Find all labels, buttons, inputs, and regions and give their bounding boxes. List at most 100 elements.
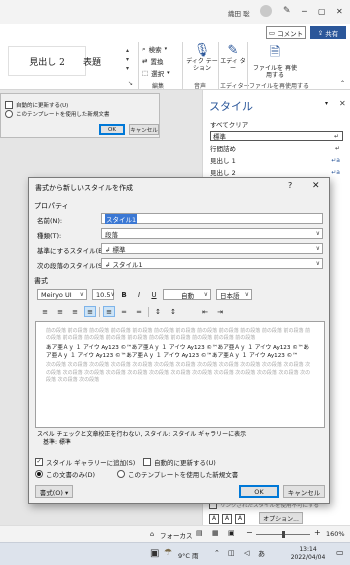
styles-launcher-icon[interactable]: ↘ [128,80,133,87]
select-button[interactable]: ⬚ 選択 ▾ [142,68,170,78]
font-size-select[interactable]: 10.5 ∨ [92,289,115,300]
close-pane-icon[interactable]: ✕ [339,99,346,108]
bold-button[interactable]: B [118,289,130,300]
focus-label[interactable]: フォーカス [160,530,193,540]
align-center-icon[interactable]: ≡ [54,306,66,317]
bg-auto-update-option[interactable]: 自動的に更新する(U) [5,101,68,109]
ok-button[interactable]: OK [239,485,279,498]
dialog-title: 書式から新しいスタイルを作成 [35,184,133,192]
style-inspector-icon[interactable]: A [222,514,232,524]
pen-icon[interactable]: ✎ [283,6,291,16]
pane-menu-icon[interactable]: ▾ [325,100,328,107]
zoom-slider-thumb[interactable] [282,531,285,538]
reuse-group-label: ファイルを再使用する [249,83,310,90]
edit-group-label: 編集 [152,83,165,90]
style-description: スペル チェックと文章校正を行わない, スタイル: スタイル ギャラリーに表示 … [37,431,247,446]
print-layout-icon[interactable]: ▦ [212,529,219,537]
share-button[interactable]: ⇪ 共有 [310,26,346,39]
preview-previous-paragraph: 前の段落 前の段落 前の段落 前の段落 前の段落 前の段落 前の段落 前の段落 … [46,328,311,342]
format-menu-button[interactable]: 書式(O) ▾ [35,485,73,498]
web-layout-icon[interactable]: ▣ [228,529,235,537]
zoom-out-icon[interactable]: − [246,528,253,537]
status-bar: ⌂ フォーカス ▤ ▦ ▣ − + 160% [0,525,350,542]
bg-ok-button[interactable]: OK [99,124,125,135]
preview-next-paragraph: 次の段落 次の段落 次の段落 次の段落 次の段落 次の段落 次の段落 次の段落 … [46,362,311,383]
volume-icon[interactable]: ◁ [244,549,249,557]
chevron-down-icon: ∨ [315,230,320,237]
select-icon: ⬚ [142,69,149,77]
close-icon[interactable]: ✕ [336,7,343,16]
zoom-level[interactable]: 160% [326,530,345,538]
collapse-ribbon-icon[interactable]: ⌃ [340,80,345,87]
chevron-down-icon: ∨ [315,260,320,267]
dialog-close-icon[interactable]: ✕ [312,181,320,191]
justify-icon[interactable]: ≡ [84,306,96,317]
line-spacing-single-icon[interactable]: ═ [118,306,130,317]
manage-styles-icon[interactable]: A [235,514,245,524]
style-item-heading2[interactable]: 見出し 2 ↵a [210,167,343,178]
new-style-icon[interactable]: A [209,514,219,524]
editor-button[interactable]: ✎ エディ ター [220,43,246,72]
space-before-icon[interactable]: ↕ [152,306,164,317]
background-dialog: 自動的に更新する(U) このテンプレートを使用した新規文書 OK キャンセル [0,93,160,138]
gallery-scroll[interactable]: ▴ ▾ ▾ [126,46,129,73]
new-template-radio[interactable]: このテンプレートを使用した新規文書 [117,469,238,479]
format-section-title: 書式 [34,277,48,285]
font-select[interactable]: Meiryo UI ∨ [37,289,87,300]
ime-icon[interactable]: あ [258,549,265,559]
user-name: 織田 聡 [228,10,250,18]
minimize-icon[interactable]: ─ [302,7,307,16]
zoom-in-icon[interactable]: + [314,528,321,537]
bg-cancel-button[interactable]: キャンセル [129,124,159,135]
font-color-select[interactable]: 自動 ∨ [163,289,211,300]
style-item-no-spacing[interactable]: 行間詰め ↵ [210,143,343,154]
options-button[interactable]: オプション... [259,512,303,524]
distribute-icon[interactable]: ≡ [103,306,115,317]
language-select[interactable]: 日本語 ∨ [216,289,252,300]
weather-icon[interactable]: ☂ [164,548,172,558]
italic-button[interactable]: I [133,289,145,300]
help-button[interactable]: ? [288,181,292,190]
network-icon[interactable]: ◫ [228,549,235,557]
properties-section-title: プロパティ [34,202,69,210]
dictation-button[interactable]: 🎙 ディク テーション [186,43,218,72]
line-spacing-double-icon[interactable]: ═ [133,306,145,317]
only-this-document-radio[interactable]: この文書のみ(D) [35,469,95,479]
auto-update-checkbox[interactable]: 自動的に更新する(U) [143,457,216,467]
word-taskbar-icon[interactable]: ▣ [150,548,159,559]
style-preview: 前の段落 前の段落 前の段落 前の段落 前の段落 前の段落 前の段落 前の段落 … [35,321,325,428]
share-icon: ⇪ [317,28,324,37]
read-mode-icon[interactable]: ▤ [196,529,203,537]
maximize-icon[interactable]: ▢ [318,7,326,16]
avatar[interactable] [260,5,272,17]
preview-sample-text: あア亜Ａｙ １ アイウ Ay123 ©™あア亜Ａｙ １ アイウ Ay123 ©™… [46,345,309,360]
focus-icon[interactable]: ⌂ [150,530,154,538]
align-left-icon[interactable]: ≡ [39,306,51,317]
add-to-gallery-checkbox[interactable]: ✓ スタイル ギャラリーに追加(S) [35,457,135,467]
bg-template-option[interactable]: このテンプレートを使用した新規文書 [5,110,109,118]
style-gallery-title[interactable]: 表題 [58,46,126,76]
align-right-icon[interactable]: ≡ [69,306,81,317]
comment-button[interactable]: ▭ コメント [266,26,306,39]
base-style-label: 基準にするスタイル(B): [37,247,108,255]
tray-chevron-icon[interactable]: ⌃ [214,549,220,557]
space-after-icon[interactable]: ↕ [167,306,179,317]
reuse-file-button[interactable]: 🗎 ファイルを 再使用する [252,43,298,79]
increase-indent-icon[interactable]: ⇥ [214,306,226,317]
style-item-heading1[interactable]: 見出し 1 ↵a [210,155,343,166]
cancel-button[interactable]: キャンセル [283,485,325,498]
weather-label[interactable]: 9°C 雨 [178,550,199,560]
decrease-indent-icon[interactable]: ⇤ [199,306,211,317]
name-input[interactable]: スタイル1 [101,213,323,224]
next-style-label: 次の段落のスタイル(S): [37,262,107,270]
underline-button[interactable]: U [148,289,160,300]
notification-icon[interactable]: ▭ [336,548,344,557]
replace-button[interactable]: ⇄ 置換 [142,56,163,66]
style-item-normal[interactable]: 標準 ↵ [210,131,343,141]
find-button[interactable]: ⌕ 検索 ▾ [142,44,167,55]
clock[interactable]: 13:14 2022/04/04 [286,546,330,562]
type-select[interactable]: 段落 ∨ [101,228,323,239]
style-item-clear[interactable]: すべてクリア [210,119,343,129]
base-style-select[interactable]: ↲ 標準 ∨ [101,243,323,254]
next-style-select[interactable]: ↲ スタイル1 ∨ [101,258,323,269]
